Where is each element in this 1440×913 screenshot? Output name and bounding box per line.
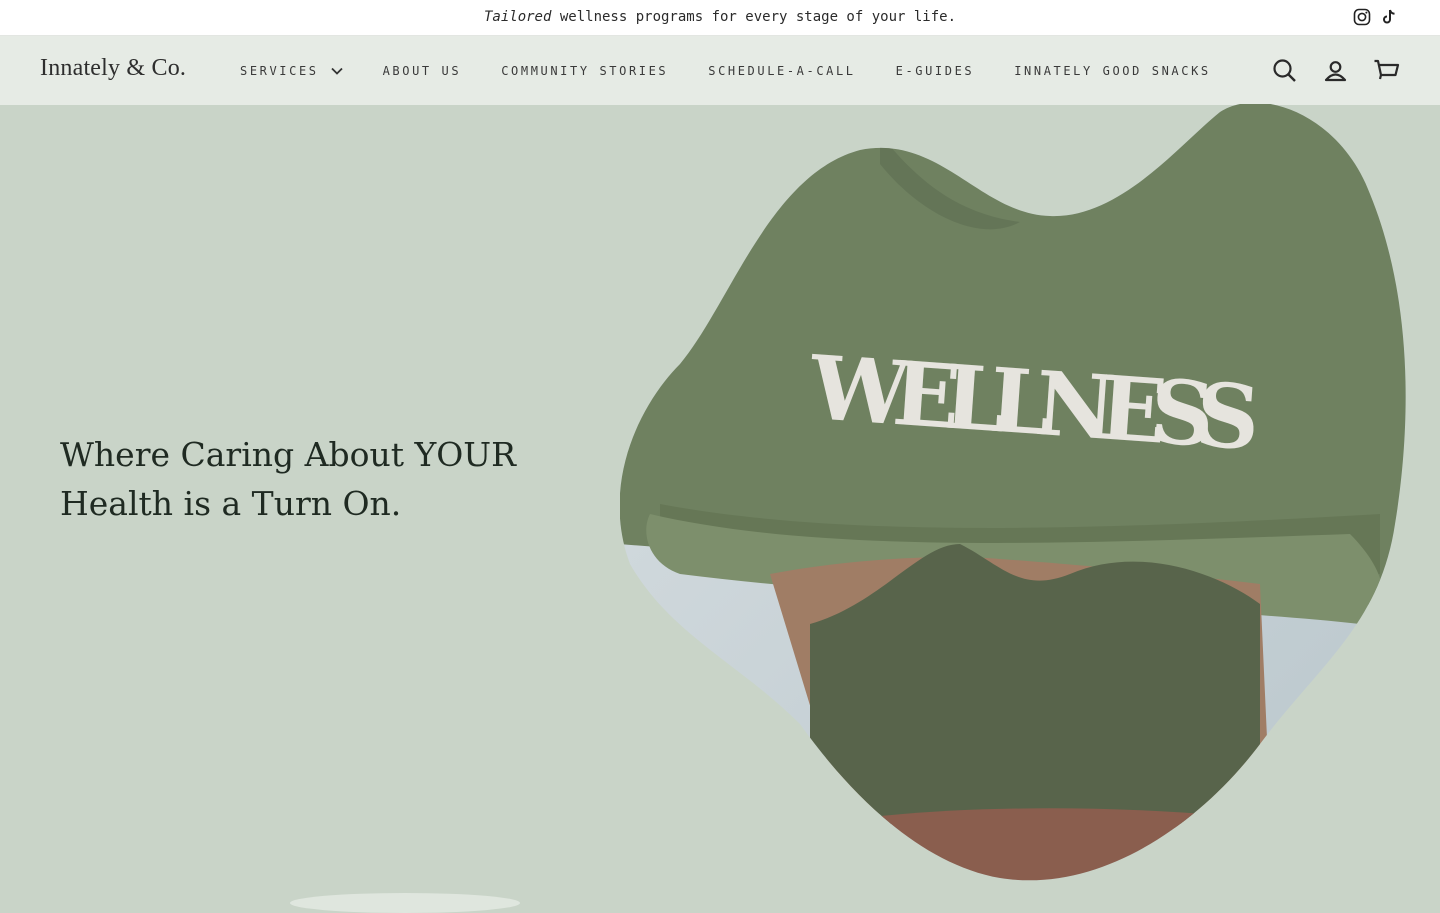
announcement-body: wellness programs for every stage of you… [551,9,956,25]
nav-item-services[interactable]: SERVICES [240,64,343,78]
nav-label-services: SERVICES [240,63,319,78]
nav-item-innately-good-snacks[interactable]: INNATELY GOOD SNACKS [1014,64,1211,78]
announcement-italic: Tailored [483,9,552,25]
hero-title: Where Caring About YOUR Health is a Turn… [60,435,516,523]
announcement-text: Tailored wellness programs for every sta… [0,0,1440,35]
cart-icon[interactable] [1373,57,1400,84]
main-nav: SERVICES ABOUT US COMMUNITY STORIES SCHE… [240,36,1211,105]
tiktok-icon[interactable] [1380,8,1398,26]
nav-item-e-guides[interactable]: E-GUIDES [896,64,975,78]
header-actions [1271,57,1400,84]
instagram-icon[interactable] [1353,8,1371,26]
hero-image: WELLNESS [620,104,1406,881]
account-icon[interactable] [1322,57,1349,84]
chevron-down-icon [330,67,343,75]
bottom-curve [290,893,520,913]
site-logo[interactable]: Innately & Co. [40,55,186,82]
nav-item-schedule-a-call[interactable]: SCHEDULE-A-CALL [708,64,855,78]
search-icon[interactable] [1271,57,1298,84]
site-header: Innately & Co. SERVICES ABOUT US COMMUNI… [0,36,1440,105]
nav-item-community-stories[interactable]: COMMUNITY STORIES [501,64,668,78]
announcement-bar: Tailored wellness programs for every sta… [0,0,1440,36]
social-links [1353,8,1398,26]
nav-item-about-us[interactable]: ABOUT US [383,64,462,78]
